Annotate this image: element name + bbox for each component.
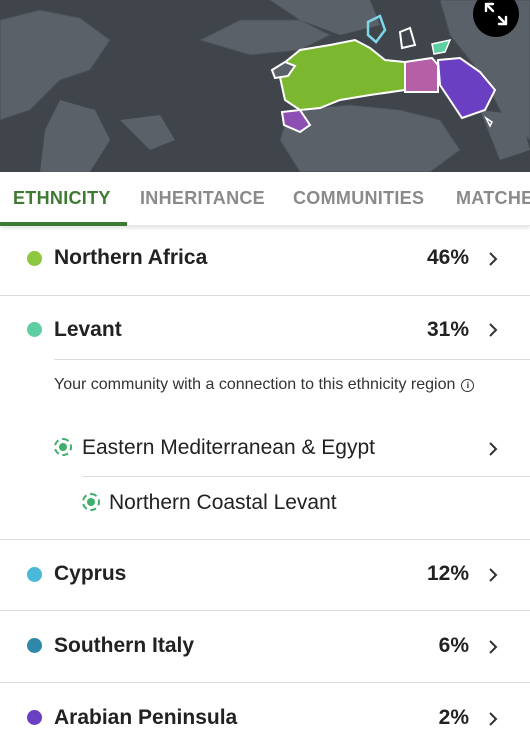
divider (0, 610, 530, 611)
tab-communities[interactable]: COMMUNITIES (293, 172, 424, 225)
chevron-right-icon (489, 323, 498, 337)
tab-matches[interactable]: MATCHES (456, 172, 530, 225)
divider (0, 682, 530, 683)
region-percent: 31% (426, 318, 469, 341)
chevron-right-icon (489, 712, 498, 726)
region-color-dot (27, 251, 42, 266)
tab-bar: ETHNICITY INHERITANCE COMMUNITIES MATCHE… (0, 172, 530, 226)
chevron-right-icon (489, 252, 498, 266)
chevron-right-icon (489, 640, 498, 654)
community-icon (54, 438, 72, 456)
region-color-dot (27, 710, 42, 725)
region-name: Arabian Peninsula (54, 706, 238, 729)
community-intro-text: Your community with a connection to this… (54, 376, 456, 393)
tab-inheritance[interactable]: INHERITANCE (140, 172, 265, 225)
region-percent: 6% (438, 634, 469, 657)
active-tab-indicator (0, 222, 127, 226)
region-percent: 46% (426, 246, 469, 269)
region-percent: 12% (426, 562, 469, 585)
info-icon[interactable]: i (461, 379, 475, 392)
region-color-dot (27, 567, 42, 582)
region-percent: 2% (438, 706, 469, 729)
region-name: Cyprus (54, 562, 127, 585)
community-icon (82, 493, 100, 511)
expand-arrows-icon (484, 2, 508, 26)
community-name: Eastern Mediterranean & Egypt (82, 436, 375, 459)
divider (82, 476, 530, 477)
chevron-right-icon (489, 568, 498, 582)
region-name: Southern Italy (54, 634, 195, 657)
divider (0, 539, 530, 540)
community-name: Northern Coastal Levant (109, 491, 337, 514)
region-name: Northern Africa (54, 246, 208, 269)
community-intro: Your community with a connection to this… (54, 372, 484, 397)
ethnicity-map[interactable] (0, 0, 530, 172)
divider (0, 295, 530, 296)
divider (54, 359, 530, 360)
region-name: Levant (54, 318, 122, 341)
map-graphic (0, 0, 530, 172)
tab-ethnicity[interactable]: ETHNICITY (13, 172, 111, 225)
chevron-right-icon (489, 442, 498, 456)
region-color-dot (27, 322, 42, 337)
region-color-dot (27, 638, 42, 653)
egypt-region[interactable] (404, 56, 439, 93)
